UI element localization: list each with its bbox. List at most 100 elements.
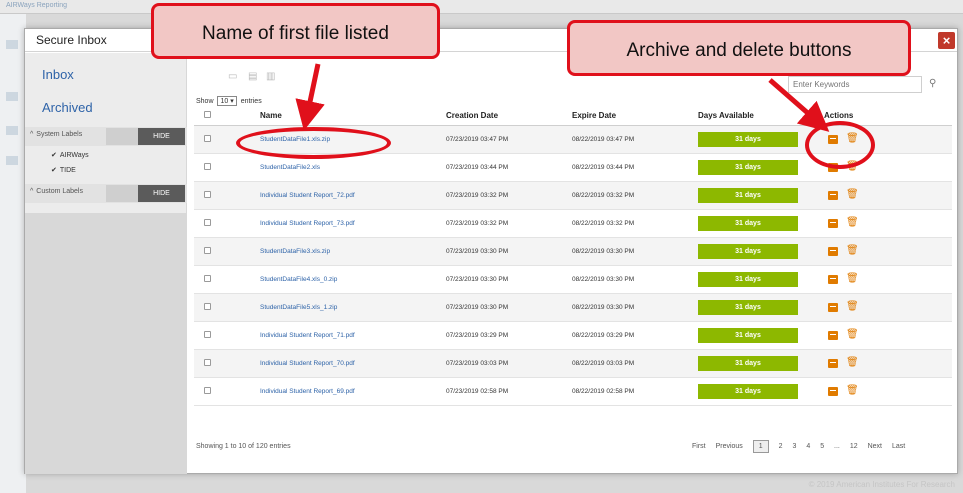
show-label: Show xyxy=(196,98,214,105)
page-2[interactable]: 2 xyxy=(779,443,783,450)
file-name-link[interactable]: Individual Student Report_72.pdf xyxy=(260,192,355,199)
column-header-name[interactable]: Name xyxy=(260,107,446,126)
row-checkbox[interactable] xyxy=(204,358,211,366)
label-item-airways[interactable]: ✔ AIRWays xyxy=(51,151,89,159)
background-nav-icon xyxy=(6,40,18,49)
custom-labels-label: Custom Labels xyxy=(36,188,83,195)
row-checkbox[interactable] xyxy=(204,162,211,170)
row-checkbox[interactable] xyxy=(204,218,211,226)
close-button[interactable]: × xyxy=(938,32,955,49)
row-checkbox[interactable] xyxy=(204,302,211,310)
page-4[interactable]: 4 xyxy=(806,443,810,450)
archive-icon[interactable] xyxy=(828,358,838,368)
page-ellipsis: ... xyxy=(834,443,840,450)
trash-icon[interactable]: 🗑 xyxy=(846,246,859,256)
creation-date-cell: 07/23/2019 03:32 PM xyxy=(446,181,572,210)
table-row: Individual Student Report_72.pdf 07/23/2… xyxy=(194,181,952,210)
sidebar-item-archived[interactable]: Archived xyxy=(42,100,93,115)
days-available-badge: 31 days xyxy=(698,299,798,315)
trash-icon[interactable]: 🗑 xyxy=(846,358,859,368)
days-available-badge: 31 days xyxy=(698,243,798,259)
page-3[interactable]: 3 xyxy=(792,443,796,450)
sidebar-item-inbox[interactable]: Inbox xyxy=(42,67,74,82)
entries-label: entries xyxy=(240,98,262,105)
page-previous[interactable]: Previous xyxy=(716,443,743,450)
background-nav-icon xyxy=(6,92,18,101)
row-checkbox[interactable] xyxy=(204,246,211,254)
chevron-up-icon[interactable]: ^ xyxy=(30,131,33,138)
select-all-checkbox[interactable] xyxy=(204,111,211,119)
column-header-expire-date[interactable]: Expire Date xyxy=(572,107,698,126)
hide-button[interactable]: HIDE xyxy=(138,128,185,145)
file-name-link[interactable]: Individual Student Report_69.pdf xyxy=(260,388,355,395)
trash-icon[interactable]: 🗑 xyxy=(846,386,859,396)
file-name-link[interactable]: StudentDataFile3.xls.zip xyxy=(260,248,330,255)
background-nav-icon xyxy=(6,156,18,165)
row-checkbox[interactable] xyxy=(204,274,211,282)
days-available-badge: 31 days xyxy=(698,131,798,147)
trash-icon[interactable]: 🗑 xyxy=(846,274,859,284)
table-row: Individual Student Report_71.pdf 07/23/2… xyxy=(194,321,952,350)
expire-date-cell: 08/22/2019 02:58 PM xyxy=(572,377,698,406)
background-left-panel xyxy=(0,14,26,493)
custom-labels-row: ^ Custom Labels HIDE xyxy=(25,184,187,203)
days-available-badge: 31 days xyxy=(698,383,798,399)
page-1[interactable]: 1 xyxy=(752,440,769,453)
archive-icon[interactable] xyxy=(828,246,838,256)
file-name-link[interactable]: Individual Student Report_73.pdf xyxy=(260,220,355,227)
creation-date-cell: 07/23/2019 03:44 PM xyxy=(446,153,572,182)
row-checkbox[interactable] xyxy=(204,134,211,142)
table-row: Individual Student Report_73.pdf 07/23/2… xyxy=(194,209,952,238)
page-5[interactable]: 5 xyxy=(820,443,824,450)
file-name-link[interactable]: Individual Student Report_71.pdf xyxy=(260,332,355,339)
archive-icon[interactable] xyxy=(828,386,838,396)
creation-date-cell: 07/23/2019 03:30 PM xyxy=(446,293,572,322)
table-row: Individual Student Report_70.pdf 07/23/2… xyxy=(194,349,952,378)
row-checkbox[interactable] xyxy=(204,330,211,338)
expire-date-cell: 08/22/2019 03:32 PM xyxy=(572,209,698,238)
page-next[interactable]: Next xyxy=(868,443,882,450)
file-name-link[interactable]: StudentDataFile5.xls_1.zip xyxy=(260,304,337,311)
label-item-tide[interactable]: ✔ TIDE xyxy=(51,166,76,174)
hide-button[interactable]: HIDE xyxy=(138,185,185,202)
archive-icon[interactable] xyxy=(828,190,838,200)
chevron-up-icon[interactable]: ^ xyxy=(30,188,33,195)
archive-icon[interactable] xyxy=(828,218,838,228)
days-available-badge: 31 days xyxy=(698,271,798,287)
row-checkbox[interactable] xyxy=(204,190,211,198)
file-name-link[interactable]: StudentDataFile2.xls xyxy=(260,164,320,171)
expire-date-cell: 08/22/2019 03:32 PM xyxy=(572,181,698,210)
row-checkbox[interactable] xyxy=(204,386,211,394)
page-first[interactable]: First xyxy=(692,443,706,450)
page-12[interactable]: 12 xyxy=(850,443,858,450)
background-title-bar: AIRWays Reporting xyxy=(0,0,963,14)
trash-icon[interactable]: 🗑 xyxy=(846,330,859,340)
expire-date-cell: 08/22/2019 03:29 PM xyxy=(572,321,698,350)
trash-icon[interactable]: 🗑 xyxy=(846,302,859,312)
custom-labels-hide-toggle[interactable]: HIDE xyxy=(106,185,185,202)
trash-icon[interactable]: 🗑 xyxy=(846,218,859,228)
archive-icon[interactable] xyxy=(828,302,838,312)
checkmark-icon: ✔ xyxy=(51,152,57,159)
mark-unread-icon[interactable]: ▭ xyxy=(228,72,240,82)
column-header-creation-date[interactable]: Creation Date xyxy=(446,107,572,126)
file-name-link[interactable]: Individual Student Report_70.pdf xyxy=(260,360,355,367)
trash-icon[interactable]: 🗑 xyxy=(846,190,859,200)
delete-all-icon[interactable]: ▥ xyxy=(266,72,278,82)
table-row: StudentDataFile5.xls_1.zip 07/23/2019 03… xyxy=(194,293,952,322)
creation-date-cell: 07/23/2019 03:32 PM xyxy=(446,209,572,238)
entries-select[interactable]: 10 ▾ xyxy=(217,96,237,106)
entries-length: Show 10 ▾ entries xyxy=(196,96,262,106)
system-labels-label: System Labels xyxy=(36,131,83,138)
archive-icon[interactable] xyxy=(828,274,838,284)
system-labels-hide-toggle[interactable]: HIDE xyxy=(106,128,185,145)
archive-icon[interactable] xyxy=(828,330,838,340)
page-last[interactable]: Last xyxy=(892,443,905,450)
pagination: First Previous 1 2 3 4 5 ... 12 Next Las… xyxy=(692,440,913,453)
search-icon[interactable]: ⚲ xyxy=(929,78,936,89)
file-name-link[interactable]: StudentDataFile4.xls_0.zip xyxy=(260,276,337,283)
archive-all-icon[interactable]: ▤ xyxy=(248,72,260,82)
sidebar: Inbox Archived ^ System Labels HIDE ✔ AIRW… xyxy=(25,53,187,474)
column-header-days-available[interactable]: Days Available xyxy=(698,107,824,126)
table-row: StudentDataFile4.xls_0.zip 07/23/2019 03… xyxy=(194,265,952,294)
